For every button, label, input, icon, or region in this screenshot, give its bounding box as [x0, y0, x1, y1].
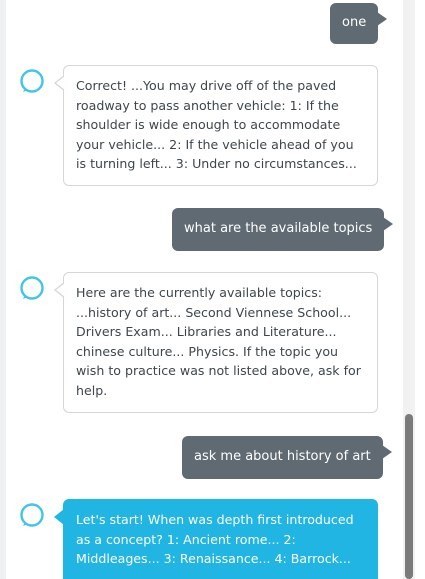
vertical-scrollbar[interactable]: [403, 0, 415, 579]
alexa-ring-icon: [20, 69, 44, 93]
scrollbar-thumb[interactable]: [405, 414, 413, 579]
alexa-message-bubble: Correct! ...You may drive off of the pav…: [54, 65, 378, 186]
user-message-bubble: one: [330, 3, 388, 44]
user-message-text: one: [342, 15, 367, 30]
alexa-message-bubble-current: Let's start! When was depth first introd…: [54, 499, 378, 579]
alexa-message-text: Here are the currently available topics:…: [76, 285, 361, 398]
alexa-message-text: Let's start! When was depth first introd…: [76, 512, 354, 567]
user-message-bubble: ask me about history of art: [182, 436, 392, 479]
alexa-ring-icon: [20, 503, 44, 527]
user-message-bubble: what are the available topics: [172, 208, 394, 251]
alexa-chat-window: one Correct! ...You may drive off of the…: [0, 0, 425, 579]
right-panel-edge: [415, 0, 425, 579]
user-message-text: what are the available topics: [184, 221, 373, 236]
alexa-message-text: Correct! ...You may drive off of the pav…: [76, 78, 357, 172]
alexa-message-bubble: Here are the currently available topics:…: [54, 272, 378, 413]
user-message-text: ask me about history of art: [194, 449, 371, 464]
alexa-ring-icon: [20, 276, 44, 300]
chat-history[interactable]: one Correct! ...You may drive off of the…: [0, 0, 403, 579]
